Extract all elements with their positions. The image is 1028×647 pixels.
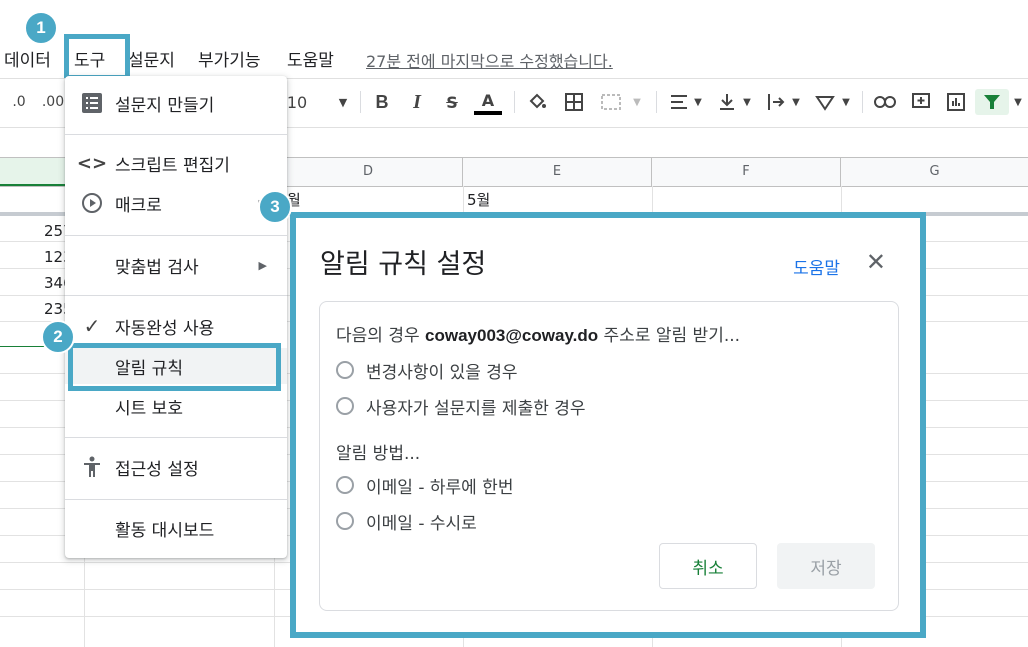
menu-item-spell-check[interactable]: 맞춤법 검사 ▶ <box>65 247 287 283</box>
column-header-f[interactable]: F <box>652 158 841 186</box>
radio-email-daily[interactable] <box>336 476 354 494</box>
merge-cells-icon[interactable] <box>598 89 624 115</box>
strikethrough-button[interactable]: S <box>439 89 465 115</box>
cell-month-e[interactable]: 5월 <box>467 189 490 210</box>
menu-data[interactable]: 데이터 <box>4 46 51 71</box>
code-icon: <> <box>76 152 108 174</box>
last-edit-link[interactable]: 27분 전에 마지막으로 수정했습니다. <box>366 48 613 72</box>
menu-help[interactable]: 도움말 <box>287 46 334 71</box>
column-header-d[interactable]: D <box>274 158 463 186</box>
method-label: 알림 방법... <box>336 444 421 464</box>
radio-label[interactable]: 이메일 - 하루에 한번 <box>366 473 513 498</box>
link-icon[interactable] <box>872 89 898 115</box>
play-circle-icon <box>79 190 105 216</box>
borders-icon[interactable] <box>561 89 587 115</box>
toolbar-divider <box>656 91 657 113</box>
form-icon <box>79 90 105 116</box>
menu-divider <box>65 134 287 135</box>
accessibility-icon <box>79 454 105 480</box>
toolbar-divider <box>514 91 515 113</box>
menu-addons[interactable]: 부가기능 <box>198 46 261 71</box>
menu-divider <box>65 437 287 438</box>
filter-icon[interactable] <box>975 89 1009 115</box>
bold-button[interactable]: B <box>369 89 395 115</box>
toolbar-divider <box>360 91 361 113</box>
menu-item-label: 스크립트 편집기 <box>115 155 230 176</box>
menu-divider <box>65 499 287 500</box>
menu-item-create-form[interactable]: 설문지 만들기 <box>65 85 287 121</box>
check-icon: ✓ <box>83 314 101 338</box>
notify-email: coway003@coway.do <box>425 326 599 345</box>
menu-item-label: 매크로 <box>115 195 162 216</box>
step-badge-2: 2 <box>41 320 75 354</box>
menu-item-label: 맞춤법 검사 <box>115 257 199 278</box>
font-size-select[interactable]: 10 <box>284 89 310 115</box>
menu-item-label: 시트 보호 <box>115 398 183 419</box>
menu-divider <box>65 235 287 236</box>
notify-text: 다음의 경우 coway003@coway.do 주소로 알림 받기... <box>336 321 740 346</box>
align-icon[interactable] <box>666 89 692 115</box>
highlight-notification-rules <box>68 343 281 391</box>
text-rotation-icon[interactable] <box>812 89 838 115</box>
menu-item-label: 자동완성 사용 <box>115 318 215 339</box>
rules-panel: 다음의 경우 coway003@coway.do 주소로 알림 받기... 변경… <box>319 301 899 611</box>
menu-forms[interactable]: 설문지 <box>128 46 175 71</box>
menu-item-macros[interactable]: 매크로 ▶ <box>65 185 287 221</box>
radio-email-immediately[interactable] <box>336 512 354 530</box>
text-color-button[interactable]: A <box>474 89 502 115</box>
notify-suffix: 주소로 알림 받기... <box>598 326 741 346</box>
radio-label[interactable]: 사용자가 설문지를 제출한 경우 <box>366 394 586 419</box>
notification-rules-dialog: 알림 규칙 설정 도움말 ✕ 다음의 경우 coway003@coway.do … <box>290 212 926 638</box>
comment-icon[interactable] <box>908 89 934 115</box>
help-link[interactable]: 도움말 <box>793 254 840 279</box>
step-badge-3: 3 <box>258 190 292 224</box>
decimal-increase-button[interactable]: .00 <box>40 89 66 115</box>
radio-label[interactable]: 변경사항이 있을 경우 <box>366 358 518 383</box>
radio-form-submitted[interactable] <box>336 397 354 415</box>
chart-icon[interactable] <box>943 89 969 115</box>
chevron-down-icon[interactable]: ▼ <box>334 89 352 115</box>
menu-item-protect-sheet[interactable]: 시트 보호 <box>65 388 287 424</box>
save-button[interactable]: 저장 <box>777 543 875 589</box>
step-badge-1: 1 <box>24 11 58 45</box>
tools-menu: 설문지 만들기 <> 스크립트 편집기 매크로 ▶ 맞춤법 검사 ▶ ✓ 자동완… <box>65 76 287 558</box>
menu-item-activity-dashboard[interactable]: 활동 대시보드 <box>65 510 287 546</box>
highlight-tools-menu <box>64 34 130 80</box>
toolbar-divider <box>862 91 863 113</box>
menu-divider <box>65 295 287 296</box>
notify-prefix: 다음의 경우 <box>336 326 426 346</box>
dialog-title: 알림 규칙 설정 <box>320 249 487 280</box>
chevron-down-icon[interactable]: ▼ <box>840 89 852 115</box>
radio-any-changes[interactable] <box>336 361 354 379</box>
menu-item-label: 접근성 설정 <box>115 459 199 480</box>
chevron-down-icon[interactable]: ▼ <box>741 89 753 115</box>
radio-label[interactable]: 이메일 - 수시로 <box>366 509 477 534</box>
vertical-align-icon[interactable] <box>714 89 740 115</box>
menu-item-script-editor[interactable]: <> 스크립트 편집기 <box>65 145 287 181</box>
column-header-e[interactable]: E <box>463 158 652 186</box>
italic-button[interactable]: I <box>404 89 430 115</box>
menu-item-label: 설문지 만들기 <box>115 95 215 116</box>
chevron-down-icon[interactable]: ▼ <box>630 89 644 115</box>
close-icon[interactable]: ✕ <box>866 250 886 274</box>
chevron-down-icon[interactable]: ▼ <box>790 89 802 115</box>
text-wrap-icon[interactable] <box>764 89 790 115</box>
chevron-down-icon[interactable]: ▼ <box>692 89 704 115</box>
column-header-g[interactable]: G <box>841 158 1028 186</box>
menu-bar: 데이터 도구 설문지 부가기능 도움말 27분 전에 마지막으로 수정했습니다. <box>0 38 1028 76</box>
fill-color-icon[interactable] <box>524 89 550 115</box>
menu-item-label: 활동 대시보드 <box>115 520 215 541</box>
cancel-button[interactable]: 취소 <box>659 543 757 589</box>
chevron-down-icon[interactable]: ▼ <box>1012 89 1024 115</box>
submenu-arrow-icon: ▶ <box>258 258 267 272</box>
menu-item-accessibility[interactable]: 접근성 설정 <box>65 449 287 485</box>
decimal-decrease-button[interactable]: .0 <box>6 89 32 115</box>
menu-item-autocomplete[interactable]: ✓ 자동완성 사용 <box>65 308 287 344</box>
